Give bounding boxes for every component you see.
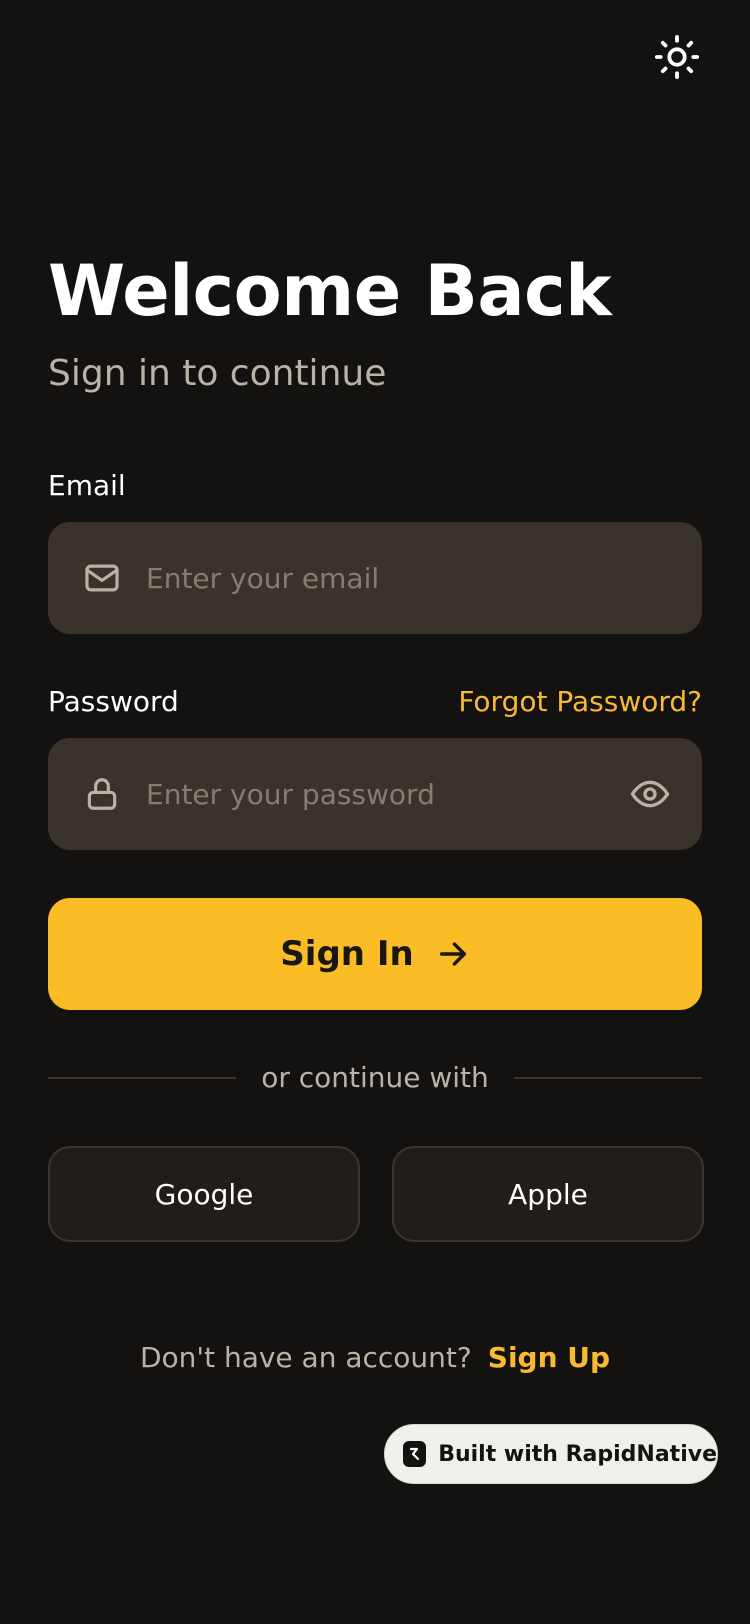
- email-field[interactable]: [48, 522, 702, 634]
- arrow-right-icon: [436, 937, 470, 971]
- apple-button-label: Apple: [508, 1177, 588, 1211]
- page-subtitle: Sign in to continue: [48, 353, 387, 394]
- forgot-password-link[interactable]: Forgot Password?: [458, 684, 702, 720]
- lock-icon: [82, 774, 122, 814]
- apple-button[interactable]: Apple: [392, 1146, 704, 1242]
- email-input[interactable]: [146, 522, 646, 634]
- sign-in-button[interactable]: Sign In: [48, 898, 702, 1010]
- signup-prompt: Don't have an account? Sign Up: [0, 1338, 750, 1378]
- divider-left: [48, 1077, 236, 1079]
- theme-toggle-button[interactable]: [652, 32, 702, 82]
- page-title: Welcome Back: [48, 250, 612, 332]
- divider-text: or continue with: [261, 1061, 489, 1094]
- sign-up-link[interactable]: Sign Up: [488, 1338, 610, 1378]
- rapidnative-logo-icon: [403, 1441, 427, 1467]
- badge-label: Built with RapidNative: [438, 1441, 717, 1467]
- login-screen: Welcome Back Sign in to continue Email P…: [0, 0, 750, 1624]
- google-button[interactable]: Google: [48, 1146, 360, 1242]
- rapidnative-badge[interactable]: Built with RapidNative: [384, 1424, 718, 1484]
- eye-icon[interactable]: [630, 774, 670, 814]
- divider-right: [514, 1077, 702, 1079]
- sun-icon: [654, 34, 700, 80]
- password-input[interactable]: [146, 738, 646, 850]
- signup-question: Don't have an account?: [139, 1341, 472, 1374]
- password-field[interactable]: [48, 738, 702, 850]
- sign-in-label: Sign In: [280, 934, 414, 974]
- password-label: Password: [48, 685, 179, 718]
- google-button-label: Google: [154, 1177, 254, 1211]
- mail-icon: [82, 558, 122, 598]
- email-label: Email: [48, 469, 126, 502]
